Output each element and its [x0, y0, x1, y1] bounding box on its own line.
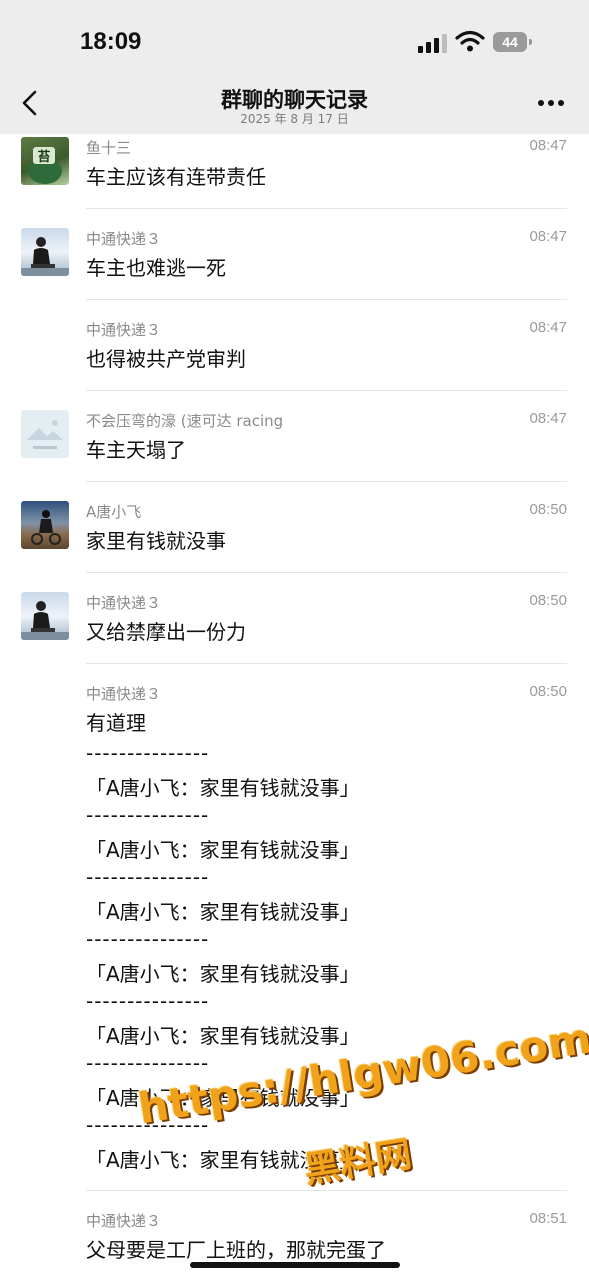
cellular-signal-icon	[418, 33, 448, 53]
message-text: 车主天塌了	[86, 438, 186, 462]
divider	[86, 390, 567, 391]
message-text: 父母要是工厂上班的，那就完蛋了	[86, 1238, 386, 1262]
sender-name: 鱼十三	[86, 139, 132, 157]
sender-name: A唐小飞	[86, 503, 142, 521]
quoted-text: 「A唐小飞：家里有钱就没事」	[86, 962, 360, 986]
wifi-icon	[455, 30, 485, 52]
quoted-text: 「A唐小飞：家里有钱就没事」	[86, 900, 360, 924]
divider	[86, 208, 567, 209]
home-indicator[interactable]	[190, 1262, 400, 1268]
divider	[86, 572, 567, 573]
message-text: 也得被共产党审判	[86, 347, 246, 371]
sender-name: 中通快递３	[86, 321, 162, 339]
sender-name: 中通快递３	[86, 594, 162, 612]
quoted-text: 「A唐小飞：家里有钱就没事」	[86, 776, 360, 800]
separator-line: ---------------	[86, 989, 210, 1013]
avatar[interactable]	[21, 501, 69, 549]
battery-icon: 44	[493, 32, 532, 52]
divider	[86, 663, 567, 664]
message-time: 08:50	[529, 501, 567, 518]
svg-text:苔: 苔	[37, 149, 50, 165]
more-options-icon[interactable]	[538, 100, 566, 108]
message-time: 08:51	[529, 1210, 567, 1227]
message-time: 08:47	[529, 137, 567, 154]
page-date: 2025 年 8 月 17 日	[240, 112, 349, 126]
message-text: 有道理	[86, 711, 146, 735]
sender-name: 不会压弯的濠 (速可达 racing	[86, 412, 284, 430]
sender-name: 中通快递３	[86, 230, 162, 248]
message-text: 车主应该有连带责任	[86, 165, 266, 189]
message-time: 08:47	[529, 319, 567, 336]
message-time: 08:47	[529, 410, 567, 427]
avatar[interactable]	[21, 228, 69, 276]
divider	[86, 299, 567, 300]
avatar[interactable]: 苔	[21, 137, 69, 185]
avatar[interactable]	[21, 410, 69, 458]
message-text: 又给禁摩出一份力	[86, 620, 246, 644]
message-time: 08:50	[529, 683, 567, 700]
sender-name: 中通快递３	[86, 685, 162, 703]
sender-name: 中通快递３	[86, 1212, 162, 1230]
separator-line: ---------------	[86, 741, 210, 765]
status-bar: 18:09 44	[0, 0, 589, 70]
watermark-name: 黑料网	[301, 1133, 415, 1192]
message-text: 家里有钱就没事	[86, 529, 226, 553]
status-time: 18:09	[80, 28, 142, 55]
nav-bar: 群聊的聊天记录 2025 年 8 月 17 日	[0, 70, 589, 134]
message-time: 08:47	[529, 228, 567, 245]
battery-level: 44	[502, 34, 518, 50]
separator-line: ---------------	[86, 803, 210, 827]
message-text: 车主也难逃一死	[86, 256, 226, 280]
separator-line: ---------------	[86, 1051, 210, 1075]
quoted-text: 「A唐小飞：家里有钱就没事」	[86, 838, 360, 862]
separator-line: ---------------	[86, 927, 210, 951]
separator-line: ---------------	[86, 865, 210, 889]
avatar[interactable]	[21, 592, 69, 640]
message-time: 08:50	[529, 592, 567, 609]
divider	[86, 481, 567, 482]
quoted-text: 「A唐小飞：家里有钱就没事」	[86, 1024, 360, 1048]
